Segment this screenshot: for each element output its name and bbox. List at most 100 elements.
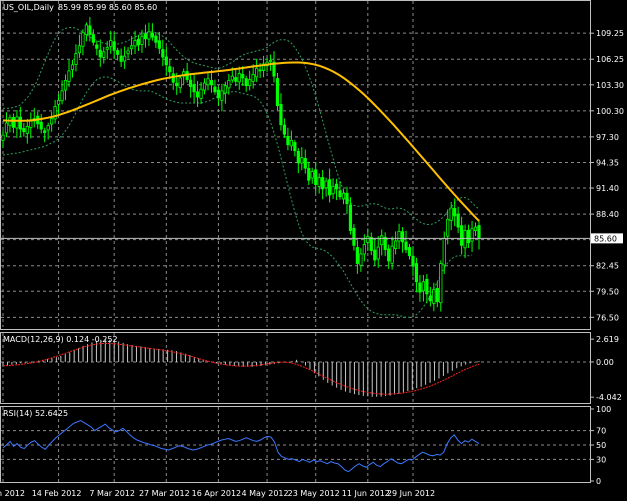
candle-body [43,130,47,133]
candle-body [425,278,429,295]
candle-body [453,207,457,217]
rsi-tick-label: 0 [596,477,601,486]
time-tick-label: 7 Mar 2012 [89,489,135,498]
candle-body [116,50,120,55]
candle-body [143,33,148,40]
candle-body [383,236,387,251]
macd-tick-label: 0.00 [596,358,614,367]
candle-body [303,158,307,169]
candle-body [230,75,234,81]
candle-body [390,245,394,264]
candle-body [98,49,102,58]
candle-body [456,213,460,228]
candle-body [234,77,238,82]
price-tick-label: 106.25 [596,55,624,64]
candle-body [91,34,95,43]
candle-body [244,78,248,87]
rsi-tick-label: 50 [596,441,606,450]
macd-label: MACD(12,26,9) 0.124 -0.252 [3,335,118,344]
candle-body [202,82,207,91]
candle-body [411,255,415,267]
candle-body [189,79,193,87]
candle-body [293,142,297,152]
candle-body [324,180,328,189]
candle-body [321,177,325,190]
candle-body [345,192,349,205]
candle-body [192,84,196,93]
candle-body [39,121,43,130]
candle-body [150,32,155,38]
time-tick-label: 11 Jun 2012 [342,489,390,498]
time-tick-label: 23 May 2012 [288,489,340,498]
price-tick-label: 97.30 [596,133,619,142]
candle-body [88,25,92,35]
candle-body [223,85,227,94]
rsi-tick-label: 70 [596,427,606,436]
chart-background [0,0,627,501]
candle-body [296,150,300,164]
price-tick-label: 76.50 [596,313,619,322]
candle-body [50,118,54,125]
candle-body [317,177,321,187]
candle-body [237,73,241,83]
candle-body [220,90,224,101]
candle-body [11,117,16,128]
candle-body [421,281,426,292]
candle-body [341,192,346,200]
price-tick-label: 103.30 [596,81,624,90]
candle-body [439,263,443,304]
time-tick-label: 14 Feb 2012 [32,489,82,498]
ohlc-label: 85.99 85.99 85.60 85.60 [58,3,157,12]
candle-body [404,241,408,251]
candle-body [168,66,172,73]
candle-body [348,204,353,231]
candle-body [195,91,200,98]
price-tick-label: 79.50 [596,287,619,296]
candle-body [199,88,203,99]
macd-tick-label: 2.619 [596,335,619,344]
candle-body [289,139,293,147]
candle-body [227,80,231,89]
candle-body [84,24,88,36]
price-tick-label: 82.45 [596,262,619,271]
candle-body [387,248,391,262]
candle-body [209,80,214,86]
candle-body [213,86,217,93]
candle-body [449,207,453,221]
candle-body [435,287,439,303]
time-tick-label: 16 Apr 2012 [192,489,241,498]
candle-body [123,55,127,62]
current-price-tag: 85.60 [591,233,623,244]
candle-body [373,249,377,261]
candle-body [241,74,245,79]
candle-body [60,90,64,102]
candle-body [362,244,366,255]
candle-body [394,240,398,250]
candle-body [352,227,356,246]
candle-body [477,225,481,239]
time-axis: 23 Jan 2012 14 Feb 2012 7 Mar 2012 27 Mar 2… [0,489,435,498]
candle-body [397,231,401,242]
candle-body [15,116,19,129]
candle-body [380,235,384,246]
macd-tick-label: -4.042 [596,393,622,402]
candle-body [279,104,283,126]
candle-body [275,78,280,107]
candle-body [102,51,106,58]
candle-body [268,60,273,62]
candle-body [248,79,252,87]
candle-body [376,246,380,260]
candle-body [366,236,370,243]
rsi-tick-label: 30 [596,455,606,464]
time-tick-label: 27 Mar 2012 [139,489,190,498]
candle-body [334,183,339,190]
candle-body [206,78,210,86]
candle-body [67,70,71,82]
rsi-label: RSI(14) 52.6425 [3,409,68,418]
time-tick-label: 23 Jan 2012 [0,489,25,498]
candle-body [414,263,419,283]
candle-body [407,247,412,257]
candle-body [136,38,141,46]
candle-body [331,185,335,195]
candle-body [463,230,467,249]
